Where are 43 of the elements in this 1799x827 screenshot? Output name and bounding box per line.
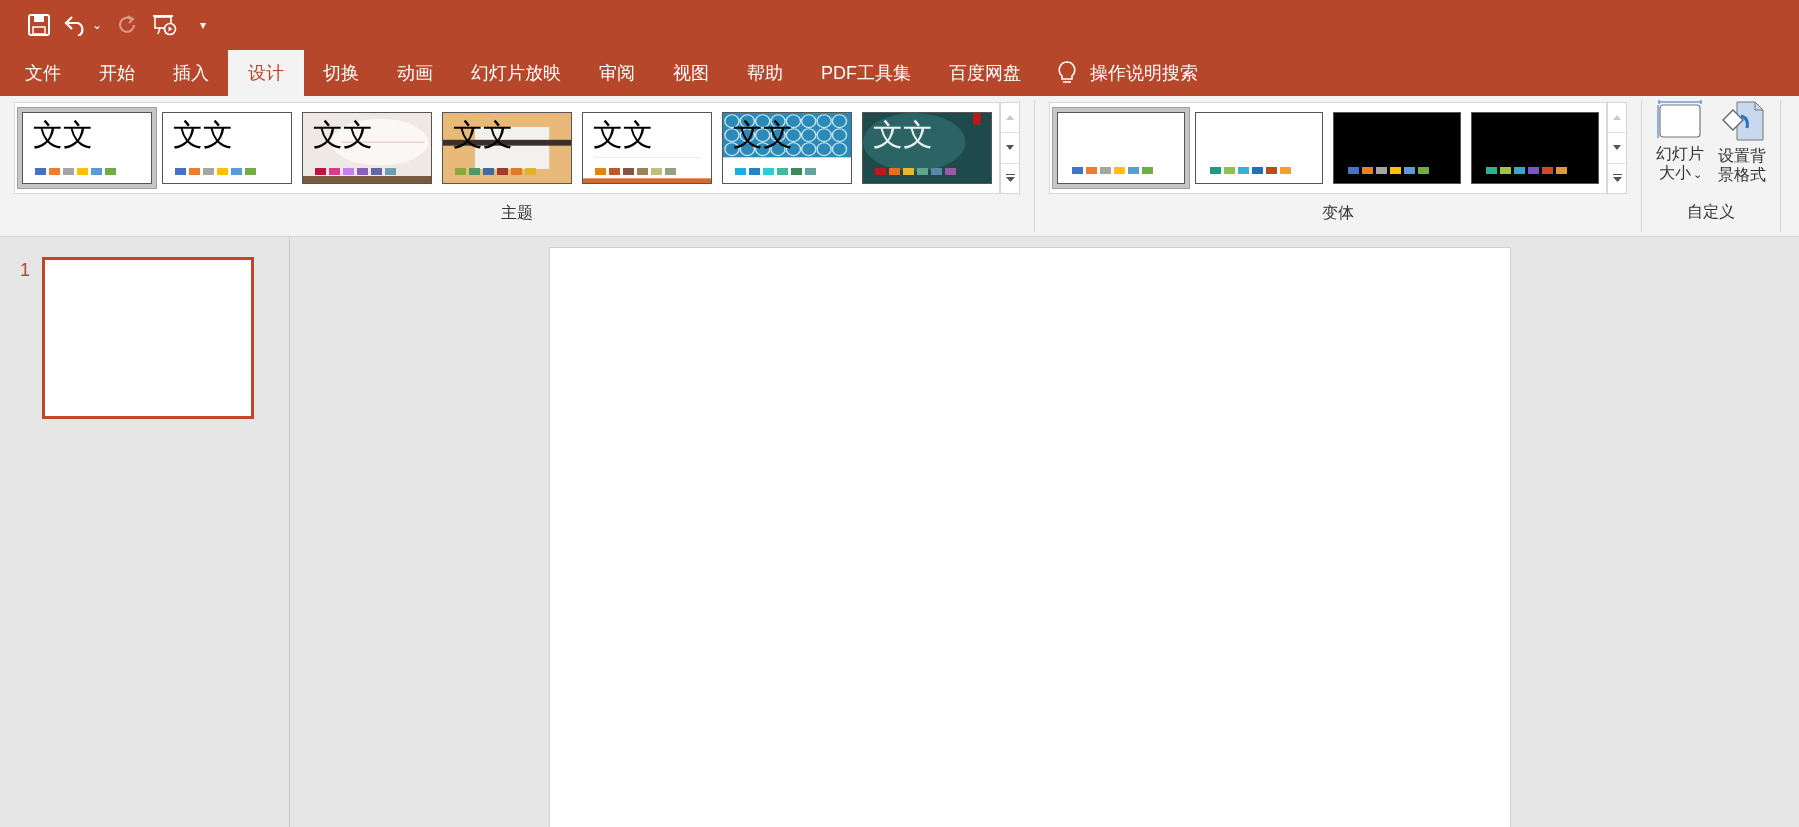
group-label: 变体	[1322, 203, 1354, 223]
theme-sample-text: 文文	[593, 117, 653, 153]
up-arrow-icon	[1613, 115, 1621, 121]
slide-size-button[interactable]: 幻灯片大小⌄	[1652, 100, 1708, 184]
down-arrow-icon	[1006, 145, 1014, 151]
down-arrow-icon	[1613, 145, 1621, 151]
theme-sample-text: 文文	[33, 117, 93, 153]
group-label: 自定义	[1687, 202, 1735, 222]
expand-gallery-icon	[1612, 174, 1622, 183]
accent-tag	[973, 113, 981, 125]
up-arrow-icon	[1006, 115, 1014, 121]
theme-sample-text: 文文	[173, 117, 233, 153]
ribbon-tab[interactable]: 幻灯片放映	[452, 50, 580, 96]
ribbon-tab[interactable]: 百度网盘	[930, 50, 1040, 96]
slide-thumbnail[interactable]	[42, 257, 254, 419]
ribbon-tab[interactable]: 开始	[80, 50, 154, 96]
ribbon-tab[interactable]: 帮助	[728, 50, 802, 96]
tell-me-search[interactable]: 操作说明搜索	[1090, 59, 1198, 87]
slide-size-icon	[1657, 100, 1703, 140]
ribbon-tab[interactable]: 视图	[654, 50, 728, 96]
ribbon-tab[interactable]: 审阅	[580, 50, 654, 96]
ribbon-tab[interactable]: PDF工具集	[802, 50, 930, 96]
ribbon-tab[interactable]: 设计	[228, 50, 304, 96]
ribbon-tab[interactable]: 切换	[304, 50, 378, 96]
theme-thumbnail[interactable]: 文文	[297, 107, 437, 189]
undo-caret[interactable]: ⌄	[92, 16, 102, 34]
format-background-button[interactable]: 设置背景格式	[1714, 100, 1770, 184]
theme-thumbnail[interactable]: 文文	[857, 107, 997, 189]
theme-thumbnail[interactable]: 文文	[577, 107, 717, 189]
lightbulb-icon	[1058, 61, 1076, 85]
ribbon-tab[interactable]: 动画	[378, 50, 452, 96]
ribbon-tab[interactable]: 文件	[6, 50, 80, 96]
customize-toolbar-caret[interactable]: ▾	[200, 16, 206, 34]
theme-thumbnail[interactable]: 文文	[17, 107, 157, 189]
expand-gallery-icon	[1005, 174, 1015, 183]
theme-thumbnail[interactable]: 文文	[157, 107, 297, 189]
theme-sample-text: 文文	[873, 117, 933, 153]
ribbon-tab[interactable]: 插入	[154, 50, 228, 96]
save-icon[interactable]	[28, 14, 50, 36]
slide-number: 1	[20, 259, 30, 282]
group-label: 主题	[501, 203, 533, 223]
theme-sample-text: 文文	[313, 117, 373, 153]
presentation-icon[interactable]	[152, 14, 178, 36]
